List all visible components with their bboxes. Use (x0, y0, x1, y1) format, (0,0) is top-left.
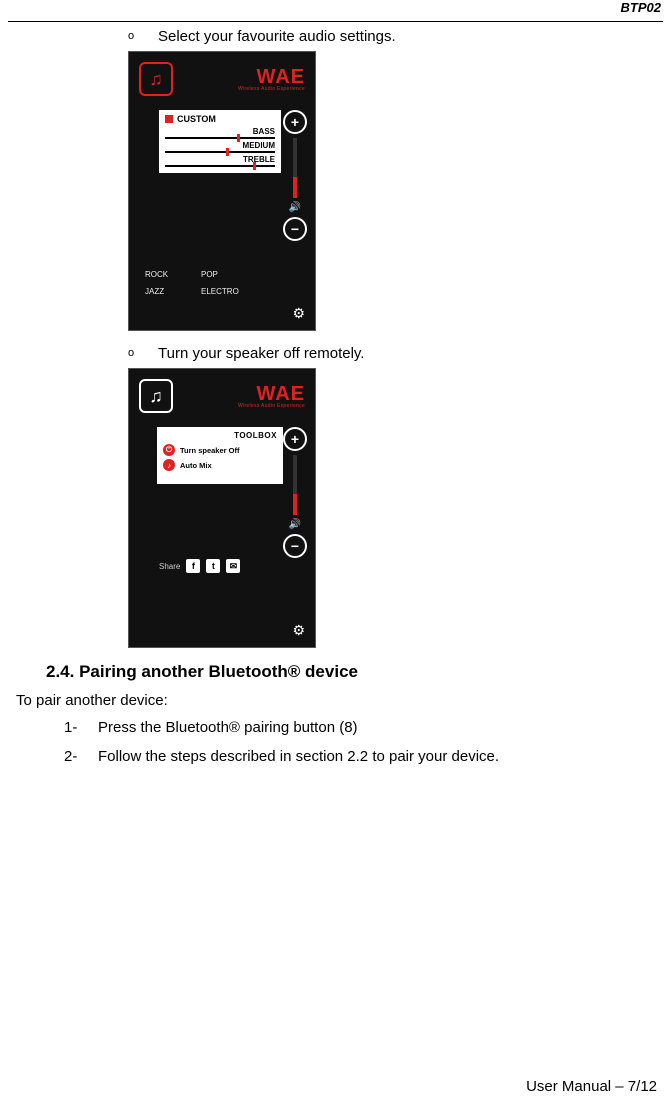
toolbox-panel: TOOLBOX ⏻ Turn speaker Off ♪ Auto Mix (157, 427, 283, 484)
music-note-icon: ♫ (139, 379, 173, 413)
figure-toolbox: ♫ WAE Wireless Audio Experience TOOLBOX … (128, 368, 663, 648)
power-icon: ⏻ (163, 444, 175, 456)
brand-subtext: Wireless Audio Experience (238, 404, 305, 409)
volume-track[interactable] (293, 455, 297, 515)
speaker-icon: 🔊 (289, 519, 301, 530)
music-note-icon: ♫ (139, 62, 173, 96)
eq-slider-medium[interactable] (165, 151, 275, 153)
header-doc-code: BTP02 (8, 0, 663, 17)
volume-up-button[interactable]: + (283, 110, 307, 134)
volume-down-button[interactable]: − (283, 217, 307, 241)
preset-electro[interactable]: ELECTRO (201, 287, 257, 296)
bullet-mark: o (128, 28, 158, 42)
brand-logo: WAE Wireless Audio Experience (238, 384, 305, 409)
speaker-icon: 🔊 (289, 202, 301, 213)
step-1: 1- Press the Bluetooth® pairing button (… (64, 719, 663, 736)
eq-panel: CUSTOM BASS MEDIUM TREBLE (159, 110, 281, 173)
volume-controls: + 🔊 − (283, 427, 307, 558)
tool-label-auto-mix: Auto Mix (180, 461, 212, 470)
step-2-num: 2- (64, 748, 98, 765)
section-heading: 2.4. Pairing another Bluetooth® device (46, 662, 663, 682)
gear-icon[interactable]: ⚙ (292, 305, 305, 322)
page-footer: User Manual – 7/12 (526, 1078, 657, 1095)
eq-slider-bass[interactable] (165, 137, 275, 139)
step-2-text: Follow the steps described in section 2.… (98, 748, 499, 765)
mail-icon[interactable]: ✉ (226, 559, 240, 573)
brand-subtext: Wireless Audio Experience (238, 87, 305, 92)
preset-rock[interactable]: ROCK (145, 270, 201, 279)
tool-row-speaker-off[interactable]: ⏻ Turn speaker Off (163, 444, 277, 456)
tool-row-auto-mix[interactable]: ♪ Auto Mix (163, 459, 277, 471)
bullet-text-2: Turn your speaker off remotely. (158, 345, 364, 362)
preset-pop[interactable]: POP (201, 270, 257, 279)
toolbox-title: TOOLBOX (163, 431, 277, 440)
eq-label-treble: TREBLE (165, 155, 275, 164)
facebook-icon[interactable]: f (186, 559, 200, 573)
volume-up-button[interactable]: + (283, 427, 307, 451)
eq-panel-title: CUSTOM (177, 114, 216, 124)
gear-icon[interactable]: ⚙ (292, 622, 305, 639)
brand-text: WAE (256, 383, 305, 405)
tool-label-speaker-off: Turn speaker Off (180, 446, 239, 455)
phone-screenshot-1: ♫ WAE Wireless Audio Experience CUSTOM B… (128, 51, 316, 331)
step-1-text: Press the Bluetooth® pairing button (8) (98, 719, 358, 736)
preset-jazz[interactable]: JAZZ (145, 287, 201, 296)
share-label: Share (159, 562, 180, 571)
bullet-item-1: o Select your favourite audio settings. (128, 28, 663, 45)
volume-down-button[interactable]: − (283, 534, 307, 558)
bullet-text-1: Select your favourite audio settings. (158, 28, 396, 45)
bullet-item-2: o Turn your speaker off remotely. (128, 345, 663, 362)
twitter-icon[interactable]: t (206, 559, 220, 573)
custom-indicator-icon (165, 115, 173, 123)
section-intro: To pair another device: (16, 692, 663, 709)
eq-slider-treble[interactable] (165, 165, 275, 167)
step-2: 2- Follow the steps described in section… (64, 748, 663, 765)
automix-icon: ♪ (163, 459, 175, 471)
bullet-mark: o (128, 345, 158, 359)
brand-text: WAE (256, 66, 305, 88)
volume-track[interactable] (293, 138, 297, 198)
eq-label-medium: MEDIUM (165, 141, 275, 150)
figure-audio-settings: ♫ WAE Wireless Audio Experience CUSTOM B… (128, 51, 663, 331)
volume-controls: + 🔊 − (283, 110, 307, 241)
step-1-num: 1- (64, 719, 98, 736)
eq-label-bass: BASS (165, 127, 275, 136)
phone-screenshot-2: ♫ WAE Wireless Audio Experience TOOLBOX … (128, 368, 316, 648)
share-row: Share f t ✉ (159, 559, 240, 573)
brand-logo: WAE Wireless Audio Experience (238, 67, 305, 92)
preset-grid: ROCK POP JAZZ ELECTRO (145, 270, 257, 296)
